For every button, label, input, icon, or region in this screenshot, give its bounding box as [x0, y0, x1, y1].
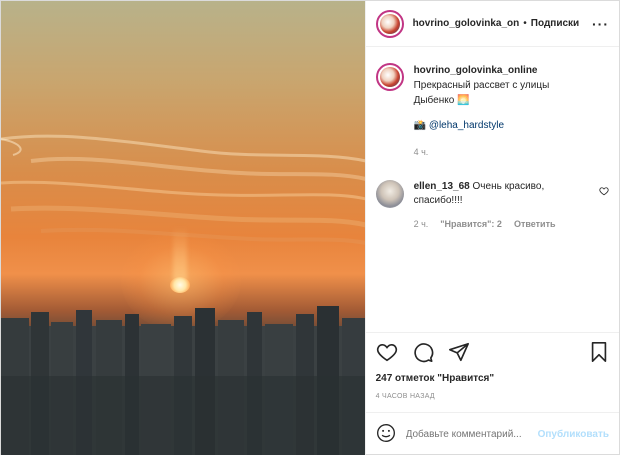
- sun: [170, 277, 190, 293]
- comments-section: hovrino_golovinka_online Прекрасный расс…: [366, 47, 619, 332]
- post-header: hovrino_golovinka_on • Подписки ···: [365, 1, 619, 47]
- action-icons: [376, 341, 609, 365]
- heart-icon[interactable]: [376, 341, 398, 366]
- comment-input[interactable]: [405, 429, 538, 440]
- reply-button[interactable]: Ответить: [514, 219, 556, 229]
- comment-body: ellen_13_68 Очень красиво, спасибо!!!! 2…: [414, 180, 584, 229]
- comment-icon[interactable]: [412, 341, 434, 366]
- caption-line-2: Дыбенко 🌅: [413, 95, 470, 106]
- more-icon[interactable]: ···: [592, 16, 609, 32]
- caption-meta: 4 ч.: [414, 145, 550, 160]
- comment-username[interactable]: ellen_13_68: [414, 181, 470, 192]
- likes-count[interactable]: 247 отметок "Нравится": [376, 373, 609, 384]
- following-button[interactable]: Подписки: [531, 18, 579, 29]
- posted-time: 4 часов назад: [375, 393, 435, 400]
- comment-time: 2 ч.: [413, 219, 429, 229]
- mention-link[interactable]: @leha_hardstyle: [429, 120, 504, 131]
- caption-time: 4 ч.: [413, 147, 429, 157]
- add-comment-bar: Опубликовать: [365, 412, 619, 455]
- caption-credit: 📸 @leha_hardstyle: [414, 118, 550, 133]
- light-pillar: [173, 226, 187, 281]
- author-username[interactable]: hovrino_golovinka_on: [413, 18, 520, 29]
- comment-meta: 2 ч. "Нравится": 2 Ответить: [414, 219, 584, 229]
- caption-body: hovrino_golovinka_online Прекрасный расс…: [414, 63, 550, 160]
- commenter-avatar[interactable]: [375, 180, 404, 208]
- comment-text-block: ellen_13_68 Очень красиво, спасибо!!!!: [414, 180, 584, 208]
- author-avatar[interactable]: [375, 9, 404, 38]
- publish-button[interactable]: Опубликовать: [538, 429, 609, 440]
- emoji-icon[interactable]: [376, 423, 396, 446]
- post-actions: 247 отметок "Нравится" 4 часов назад: [365, 332, 619, 400]
- bookmark-icon[interactable]: [589, 341, 609, 366]
- share-icon[interactable]: [448, 341, 470, 366]
- camera-emoji: 📸: [413, 120, 427, 131]
- caption-line-1: Прекрасный рассвет с улицы: [413, 80, 550, 91]
- comment-heart-icon[interactable]: [599, 186, 609, 199]
- comment-likes[interactable]: "Нравится": 2: [440, 219, 502, 229]
- city-skyline: [1, 306, 365, 455]
- header-separator: •: [523, 18, 527, 29]
- post-sidebar: hovrino_golovinka_on • Подписки ··· hovr…: [364, 1, 619, 455]
- caption-avatar[interactable]: [375, 63, 404, 91]
- caption: hovrino_golovinka_online Прекрасный расс…: [375, 63, 609, 160]
- comment-item: ellen_13_68 Очень красиво, спасибо!!!! 2…: [375, 180, 609, 229]
- instagram-post: hovrino_golovinka_on • Подписки ··· hovr…: [0, 0, 620, 455]
- post-photo[interactable]: [1, 1, 365, 455]
- caption-username[interactable]: hovrino_golovinka_online: [414, 65, 538, 76]
